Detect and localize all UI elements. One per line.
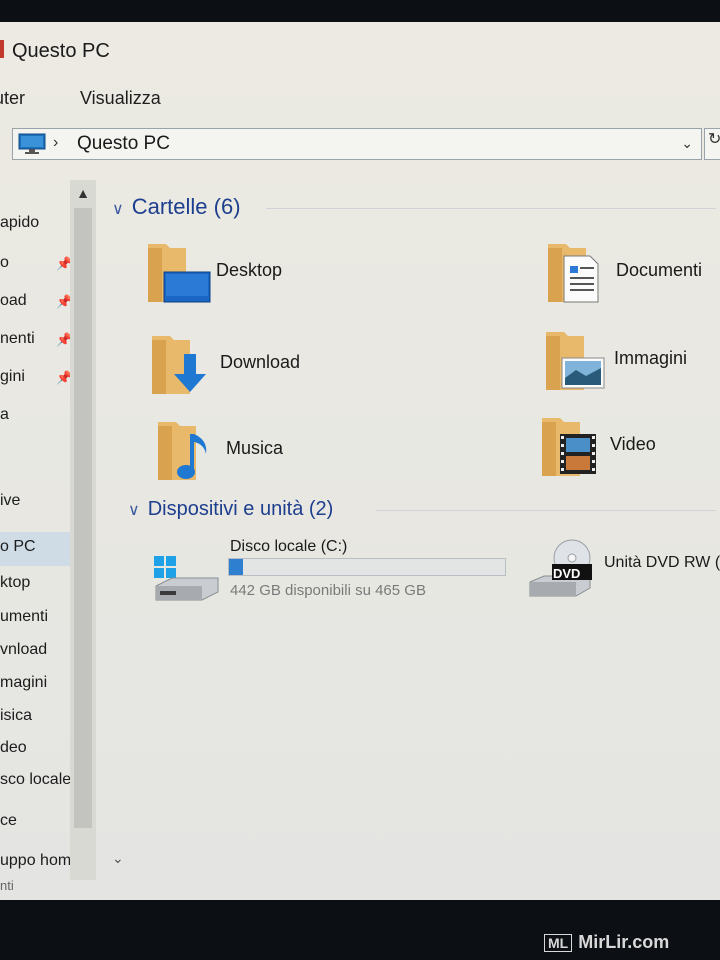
drive-c-label: Disco locale (C:): [230, 538, 348, 555]
folder-download[interactable]: Download: [150, 332, 390, 402]
window-title: Questo PC: [12, 40, 110, 62]
nav-item-label: apido: [0, 214, 40, 231]
folder-label: Desktop: [216, 260, 283, 280]
nav-item-label: nti: [0, 878, 14, 893]
hard-drive-icon: [154, 556, 219, 601]
folder-label: Download: [220, 352, 301, 372]
nav-item-label: oad: [0, 292, 27, 309]
nav-item-label: o: [0, 254, 9, 271]
scroll-thumb[interactable]: [74, 208, 92, 828]
pictures-folder-icon: [546, 332, 605, 390]
refresh-button[interactable]: ↻: [704, 128, 720, 160]
nav-item-label: ive: [0, 492, 21, 509]
desktop-folder-icon: [148, 244, 211, 303]
folder-label: Documenti: [616, 260, 703, 280]
scroll-up-icon[interactable]: ▲: [70, 180, 96, 206]
video-folder-icon: [542, 418, 596, 476]
devices-header-label: Dispositivi e unità (2): [147, 498, 334, 520]
documents-folder-icon: [548, 244, 599, 303]
nav-item-label: magini: [0, 674, 48, 691]
nav-item-label: a: [0, 406, 9, 423]
explorer-icon: [0, 40, 4, 58]
dvd-drive-label: Unità DVD RW (: [604, 554, 720, 571]
chevron-down-icon[interactable]: ⌄: [112, 850, 134, 872]
nav-item-label: vnload: [0, 641, 48, 658]
nav-item-label: uppo home: [0, 852, 81, 869]
folder-documents[interactable]: Documenti: [546, 240, 720, 310]
breadcrumb-chevron-icon[interactable]: ›: [53, 134, 58, 152]
folder-desktop[interactable]: Desktop: [146, 240, 386, 310]
nav-item-label: umenti: [0, 608, 49, 625]
breadcrumb[interactable]: Questo PC: [77, 133, 170, 155]
section-divider: [266, 208, 716, 209]
music-folder-icon: [158, 422, 207, 480]
watermark-text: MirLir.com: [578, 932, 670, 952]
computer-icon: [18, 133, 46, 154]
watermark-logo: ML: [544, 934, 573, 952]
drive-usage-bar: [228, 558, 506, 576]
nav-item-label: ktop: [0, 574, 31, 591]
file-explorer-window: Questo PC uter Visualizza › Questo PC ⌄ …: [0, 22, 720, 900]
chevron-down-icon[interactable]: ∨: [112, 199, 124, 219]
folder-label: Video: [610, 434, 656, 454]
drive-c-free-space: 442 GB disponibili su 465 GB: [230, 582, 426, 599]
nav-scrollbar[interactable]: ▲: [70, 180, 96, 880]
folder-label: Musica: [226, 438, 284, 458]
folder-label: Immagini: [614, 348, 688, 368]
folder-music[interactable]: Musica: [156, 418, 396, 488]
nav-item-label: isica: [0, 707, 33, 724]
nav-item-label: gini: [0, 368, 25, 385]
tab-computer[interactable]: uter: [0, 88, 25, 109]
devices-section-header[interactable]: ∨ Dispositivi e unità (2): [128, 498, 333, 521]
ribbon-tabs: uter Visualizza: [0, 84, 720, 114]
folders-section-header[interactable]: ∨ Cartelle (6): [112, 194, 241, 220]
nav-item-label: o PC: [0, 538, 36, 555]
folders-header-label: Cartelle (6): [131, 194, 241, 219]
nav-item-label: ce: [0, 812, 17, 829]
chevron-down-icon[interactable]: ∨: [128, 500, 140, 520]
nav-item-clients[interactable]: nti: [0, 878, 92, 900]
watermark: ML MirLir.com: [544, 932, 669, 953]
nav-item-label: nenti: [0, 330, 35, 347]
chevron-down-icon[interactable]: ⌄: [681, 135, 693, 152]
download-folder-icon: [152, 336, 206, 394]
nav-item-label: deo: [0, 739, 27, 756]
section-divider: [376, 510, 716, 511]
title-bar: Questo PC: [0, 22, 720, 80]
drive-usage-fill: [229, 559, 243, 575]
folder-pictures[interactable]: Immagini: [544, 328, 720, 398]
folder-video[interactable]: Video: [540, 414, 720, 484]
dvd-badge: DVD: [553, 566, 581, 581]
tab-view[interactable]: Visualizza: [80, 88, 161, 109]
address-bar[interactable]: › Questo PC ⌄: [12, 128, 702, 160]
